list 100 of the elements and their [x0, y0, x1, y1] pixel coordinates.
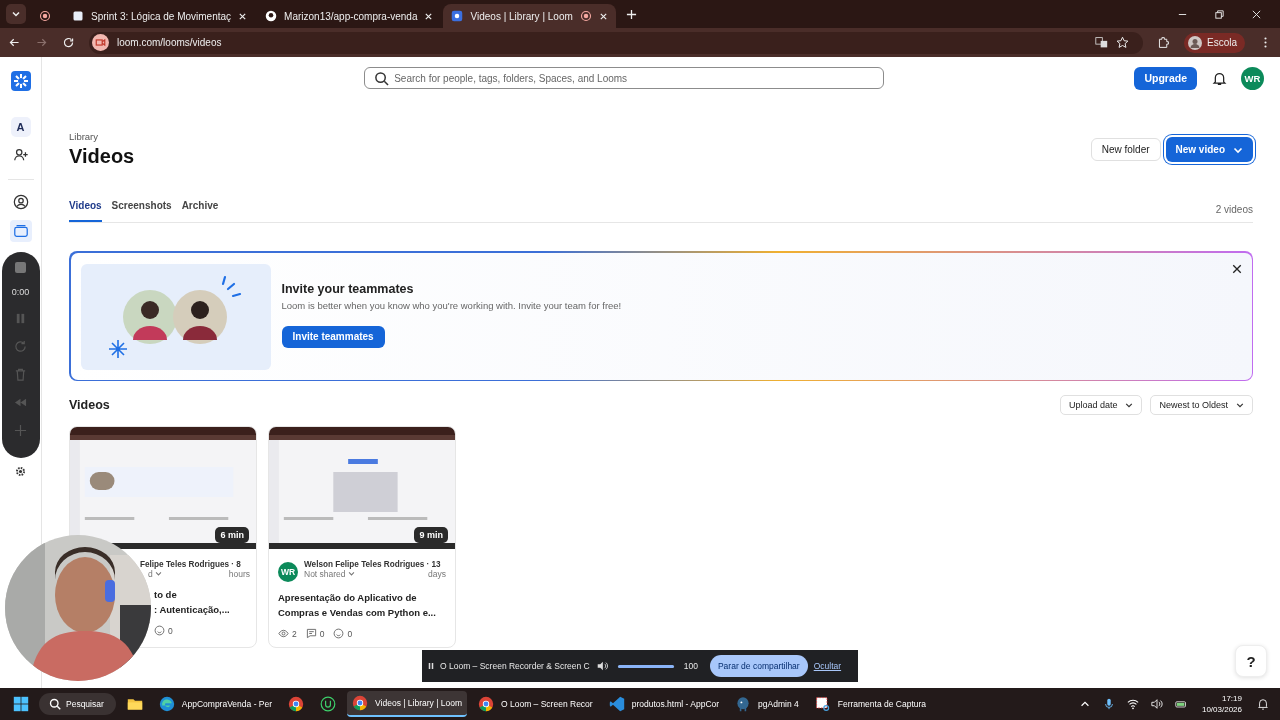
stat-count: 0	[305, 628, 325, 639]
section-title: Videos	[69, 398, 110, 412]
video-title[interactable]: Apresentação do Aplicativo de	[278, 590, 417, 605]
caret-icon	[1125, 401, 1134, 409]
volume-icon[interactable]	[1150, 698, 1163, 710]
recording-icon	[579, 10, 592, 22]
author-name: Welson Felipe Teles Rodrigues · 13	[304, 560, 441, 569]
browser-icon	[158, 696, 175, 712]
stat-count: 2	[278, 628, 297, 639]
workspace-button[interactable]: A	[10, 117, 31, 137]
battery-icon[interactable]	[1174, 698, 1187, 710]
stop-sharing-button[interactable]: Parar de compartilhar	[709, 655, 808, 677]
tab[interactable]: Archive	[181, 196, 219, 222]
close-icon[interactable]	[598, 11, 608, 21]
sharing-dropdown[interactable]: Not shared	[304, 569, 355, 579]
notification-icon[interactable]	[1212, 70, 1227, 86]
add-user-icon[interactable]	[12, 147, 29, 163]
video-title[interactable]: : Autenticação,...	[154, 602, 230, 617]
volume-slider[interactable]	[617, 664, 674, 668]
close-icon[interactable]	[1231, 263, 1242, 274]
browser-icon	[352, 695, 369, 711]
volume-icon[interactable]	[595, 660, 608, 672]
record-icon	[39, 10, 51, 22]
video-age: days	[428, 569, 446, 579]
help-button[interactable]: ?	[1235, 645, 1267, 677]
caret-icon	[155, 570, 163, 577]
drag-handle-icon[interactable]	[428, 662, 434, 670]
video-title[interactable]: to de	[154, 587, 177, 602]
editor-icon	[608, 696, 625, 712]
invite-teammates-button[interactable]: Invite teammates	[281, 325, 385, 348]
stat-count: 0	[333, 628, 353, 639]
extensions-icon[interactable]	[1157, 36, 1170, 49]
close-icon[interactable]	[238, 11, 248, 21]
caret-icon	[11, 9, 21, 19]
search-icon	[374, 71, 390, 86]
logo-icon[interactable]	[10, 71, 31, 91]
browser-icon	[288, 696, 305, 712]
new-tab-icon[interactable]	[625, 8, 637, 20]
back-icon[interactable]	[8, 36, 21, 49]
video-title[interactable]: Compras e Vendas com Python e...	[278, 605, 436, 620]
taskbar-search[interactable]: Pesquisar	[39, 693, 116, 715]
search-field[interactable]: Search for people, tags, folders, Spaces, and Looms	[364, 67, 885, 89]
caret-icon	[1236, 401, 1244, 409]
hide-link[interactable]: Ocultar	[813, 661, 842, 671]
taskbar-app[interactable]: pgAdmin 4	[730, 691, 804, 717]
camera-icon	[92, 34, 109, 51]
author-avatar: WR	[278, 562, 298, 582]
library-icon[interactable]	[9, 220, 32, 242]
translate-icon[interactable]	[1095, 36, 1108, 49]
user-icon[interactable]	[12, 194, 29, 210]
folder-icon	[126, 696, 143, 712]
upgrade-button[interactable]: Upgrade	[1134, 66, 1197, 90]
page-title: Videos	[69, 145, 135, 168]
tab[interactable]: Screenshots	[111, 196, 172, 222]
smiley-icon	[154, 625, 165, 636]
taskbar-app[interactable]: Videos | Library | Loom	[347, 691, 467, 717]
browser-tab[interactable]: Videos | Library | Loom	[443, 4, 616, 28]
forward-icon[interactable]	[35, 36, 48, 49]
wifi-icon[interactable]	[1126, 698, 1139, 710]
document-icon	[72, 10, 84, 22]
star-icon[interactable]	[1116, 36, 1129, 49]
taskbar-app[interactable]: AppCompraVenda - Per	[153, 691, 278, 717]
tab[interactable]: Videos	[69, 196, 102, 222]
video-card[interactable]: 9 min WR Welson Felipe Teles Rodrigues · 13 Not shared days Apresentação do Aplicativo de Compras e Vendas com Python e... 2 0 0	[268, 426, 456, 648]
duration-badge: 6 min	[215, 527, 249, 543]
settings-icon[interactable]	[15, 466, 26, 477]
snipping-icon	[814, 696, 831, 712]
app-icon	[320, 696, 337, 712]
taskbar-app[interactable]: Ferramenta de Captura	[809, 691, 932, 717]
volume-value: 100	[683, 661, 698, 671]
sort-dropdown[interactable]: Newest to Oldest	[1150, 395, 1253, 415]
notification-icon[interactable]	[1257, 698, 1269, 710]
reload-icon[interactable]	[62, 36, 75, 49]
taskbar-app[interactable]: produtos.html - AppCor	[603, 691, 725, 717]
restart-icon[interactable]	[14, 340, 27, 353]
duration-badge: 9 min	[414, 527, 448, 543]
browser-icon	[478, 696, 494, 712]
site-icon	[265, 10, 278, 22]
app-icon	[451, 10, 464, 22]
taskbar-app[interactable]: O Loom – Screen Recor	[473, 691, 598, 717]
sort-dropdown[interactable]: Upload date	[1059, 395, 1143, 415]
profile-button[interactable]: Escola	[1184, 32, 1245, 53]
sharing-dropdown[interactable]: d	[140, 569, 163, 579]
breadcrumb[interactable]: Library	[69, 131, 135, 142]
new-folder-button[interactable]: New folder	[1090, 138, 1161, 161]
stat-count: 0	[154, 625, 173, 636]
user-avatar[interactable]: WR	[1241, 66, 1264, 90]
address-bar[interactable]: loom.com/looms/videos	[89, 31, 1143, 54]
restore-icon[interactable]	[1214, 8, 1225, 20]
tab-list-button[interactable]	[6, 4, 26, 24]
browser-tab[interactable]: Marizon13/app-compra-venda	[257, 4, 442, 28]
comment-icon	[305, 628, 317, 639]
share-title: O Loom – Screen Recorder & Screen C	[440, 660, 590, 672]
microphone-icon[interactable]	[1102, 698, 1115, 710]
start-icon[interactable]	[13, 696, 29, 712]
new-video-button[interactable]: New video	[1165, 137, 1253, 162]
browser-tab[interactable]: Sprint 3: Lógica de Movimentaç	[64, 4, 256, 28]
eye-icon	[278, 628, 289, 639]
clock[interactable]: 17:19 10/03/2026	[1201, 693, 1242, 715]
video-age: hours	[228, 569, 250, 579]
